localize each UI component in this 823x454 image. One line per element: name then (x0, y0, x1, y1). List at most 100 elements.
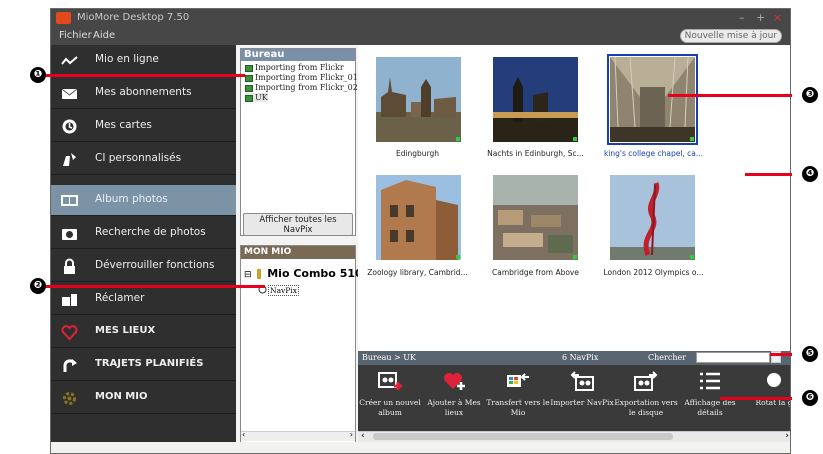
tree-item[interactable]: Importing from Flickr_02 (245, 83, 358, 92)
sidebar-item-recherche-photos[interactable]: Recherche de photos (51, 218, 236, 249)
add-favorite-icon (444, 373, 465, 390)
device-label: Mio Combo 510 (267, 267, 363, 280)
menu-fichier[interactable]: Fichier (59, 30, 92, 41)
export-icon (634, 371, 658, 391)
folder-image-icon (245, 64, 253, 72)
sidebar-item-mes-cartes[interactable]: Mes cartes (51, 111, 236, 142)
bottom-bar (51, 442, 790, 453)
expand-icon[interactable]: ⊟ (244, 270, 252, 280)
sidebar-item-reclamer[interactable]: Réclamer (51, 284, 236, 315)
callout-1: ❶ (30, 67, 46, 83)
sidebar-item-label: Déverrouiller fonctions (95, 259, 215, 271)
sidebar-item-ci-personnalises[interactable]: CI personnalisés (51, 144, 236, 175)
mon-mio-panel: MON MIO ⊟ Mio Combo 510 NavPix ‹ › (240, 245, 363, 443)
new-album-button[interactable]: Créer un nouvel album (358, 365, 422, 431)
sidebar-item-mon-mio[interactable]: MON MIO (51, 383, 236, 414)
custom-poi-icon (63, 153, 76, 166)
app-logo-icon (56, 12, 71, 24)
heart-icon (61, 325, 78, 341)
photo-thumbnail-selected[interactable] (607, 54, 698, 145)
sidebar-item-trajets[interactable]: TRAJETS PLANIFIÉS (51, 350, 236, 381)
bureau-panel: Bureau Importing from Flickr Importing f… (240, 48, 358, 236)
callout-line-3 (668, 94, 792, 97)
photo-cambridge-above (493, 175, 578, 260)
claim-icon (62, 294, 77, 306)
photo-caption-selected: king's college chapel, ca... (603, 149, 704, 158)
search-input[interactable] (696, 352, 770, 363)
lock-icon (64, 258, 75, 274)
show-all-navpix-button[interactable]: Afficher toutes les NavPix (243, 213, 353, 236)
callout-line-4 (745, 173, 792, 176)
callout-line-6 (720, 397, 792, 400)
sidebar-item-mio-en-ligne[interactable]: Mio en ligne (51, 45, 236, 76)
toolbar-button-label: Créer un nouvel album (359, 398, 421, 417)
sidebar: Mio en ligne Mes abonnements Mes cartes … (51, 45, 236, 442)
photo-thumbnail[interactable] (607, 172, 698, 263)
photo-edinburgh (376, 57, 461, 142)
photo-thumbnail[interactable] (373, 172, 464, 263)
sidebar-item-mes-abonnements[interactable]: Mes abonnements (51, 78, 236, 109)
scroll-thumb[interactable] (373, 433, 673, 440)
route-icon (63, 359, 77, 372)
rotate-icon (767, 373, 781, 387)
minimize-button[interactable]: – (739, 11, 745, 24)
scroll-left-icon[interactable]: ‹ (361, 431, 365, 441)
sidebar-item-label: MON MIO (95, 391, 148, 402)
add-to-places-button[interactable]: Ajouter à Mes lieux (422, 365, 486, 431)
photo-london-olympics (610, 175, 695, 260)
status-bar: Bureau > UK 6 NavPix Chercher (358, 351, 790, 365)
menu-bar: Fichier Aide Nouvelle mise à jour (51, 28, 790, 45)
tree-item-selected[interactable]: UK (245, 93, 268, 102)
folder-image-icon (245, 94, 253, 102)
sidebar-item-label: Album photos (95, 193, 168, 205)
import-navpix-button[interactable]: Importer NavPix (550, 365, 614, 431)
callout-2: ❷ (30, 278, 46, 294)
tree-item[interactable]: Importing from Flickr_01 (245, 73, 358, 82)
sidebar-item-deverrouiller[interactable]: Déverrouiller fonctions (51, 251, 236, 282)
callout-line-1 (40, 74, 245, 77)
photo-caption: Cambridge from Above (492, 268, 579, 277)
transfer-to-mio-button[interactable]: Transfert vers le Mio (486, 365, 550, 431)
toolbar-button-label: Exportation vers le disque (614, 398, 678, 417)
photo-zoology-library (376, 175, 461, 260)
signal-icon (61, 56, 78, 65)
search-label: Chercher (648, 353, 687, 362)
sidebar-item-label: Recherche de photos (95, 226, 206, 238)
photo-album-icon (61, 195, 78, 206)
sidebar-item-label: Mio en ligne (95, 53, 159, 65)
mon-mio-header: MON MIO (241, 246, 355, 259)
toolbar-button-label: Transfert vers le Mio (486, 398, 550, 417)
transfer-icon (507, 373, 529, 387)
horizontal-scrollbar[interactable]: ‹ › (358, 431, 790, 442)
navpix-tree-node[interactable]: NavPix (268, 285, 299, 296)
update-button[interactable]: Nouvelle mise à jour (679, 29, 782, 43)
envelope-icon (61, 88, 78, 99)
close-button[interactable]: × (773, 11, 782, 24)
sidebar-item-label: Réclamer (95, 292, 145, 304)
scroll-right-icon[interactable]: › (785, 431, 789, 441)
photo-thumbnail[interactable] (373, 54, 464, 145)
bureau-header: Bureau (241, 49, 355, 61)
photo-caption: Nachts in Edinburgh, Sc... (487, 149, 584, 158)
scroll-right-icon[interactable]: › (350, 430, 353, 439)
sidebar-item-album-photos[interactable]: Album photos (51, 185, 236, 216)
callout-line-5 (770, 353, 792, 356)
scroll-left-icon[interactable]: ‹ (242, 430, 245, 439)
device-tree-node[interactable]: ⊟ Mio Combo 510 (244, 267, 363, 280)
maximize-button[interactable]: + (756, 11, 765, 24)
details-list-icon (700, 372, 720, 390)
sidebar-item-mes-lieux[interactable]: MES LIEUX (51, 317, 236, 348)
tree-item[interactable]: Importing from Flickr (245, 63, 344, 72)
sidebar-item-label: MES LIEUX (95, 325, 156, 336)
photo-thumbnail[interactable] (490, 172, 581, 263)
photo-caption: London 2012 Olympics o... (603, 268, 704, 277)
horizontal-scrollbar[interactable]: ‹ › (241, 430, 355, 441)
title-bar: MioMore Desktop 7.50 – + × (51, 9, 790, 28)
photo-gallery: Edingburgh Nachts in Edinburgh, Sc... ki… (358, 45, 790, 351)
photo-thumbnail[interactable] (490, 54, 581, 145)
menu-aide[interactable]: Aide (93, 30, 115, 41)
export-to-disk-button[interactable]: Exportation vers le disque (614, 365, 678, 431)
folder-image-icon (245, 74, 253, 82)
toolbar-button-label: Ajouter à Mes lieux (427, 398, 481, 417)
sidebar-item-label: TRAJETS PLANIFIÉS (95, 358, 204, 369)
